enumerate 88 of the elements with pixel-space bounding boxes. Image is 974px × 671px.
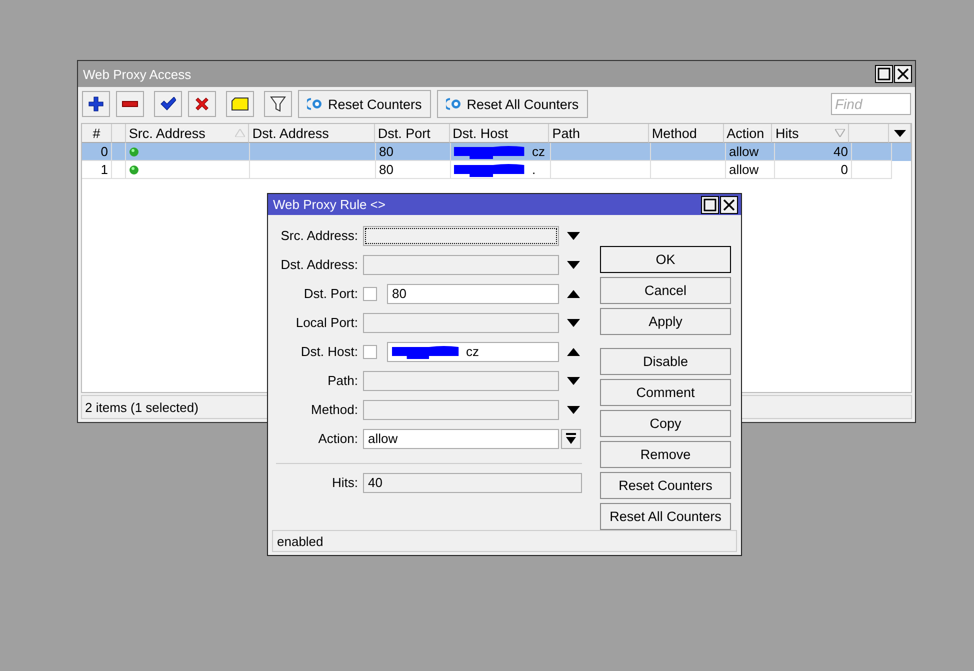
- table-cell: allow: [726, 161, 775, 179]
- status-bar: enabled: [272, 530, 737, 552]
- column-header[interactable]: #: [82, 124, 112, 143]
- maximize-icon[interactable]: [701, 196, 719, 214]
- dialog-button[interactable]: Cancel: [600, 277, 731, 304]
- select-field[interactable]: allow: [363, 428, 559, 449]
- table-cell: 0: [82, 143, 112, 161]
- dropdown-arrow-icon[interactable]: [567, 406, 580, 414]
- field-label: Path:: [326, 373, 359, 388]
- field-label: Dst. Address:: [280, 257, 359, 272]
- close-icon[interactable]: [720, 196, 738, 214]
- column-header[interactable]: Dst. Port: [374, 124, 450, 143]
- counter-reset-icon: [446, 98, 462, 110]
- expand-arrow-icon[interactable]: [567, 348, 580, 356]
- table-cell: cz: [532, 144, 545, 159]
- disable-button[interactable]: [188, 91, 216, 117]
- dialog-button[interactable]: Remove: [600, 441, 731, 468]
- field-label: Dst. Host:: [300, 344, 359, 360]
- dropdown-arrow-icon: [894, 130, 906, 136]
- filter-icon: [270, 96, 286, 112]
- dialog-button[interactable]: Comment: [600, 379, 731, 406]
- reset-counters-button[interactable]: Reset All Counters: [436, 90, 588, 118]
- input-field[interactable]: [363, 400, 559, 420]
- input-field[interactable]: [363, 254, 559, 275]
- counter-reset-icon: [307, 98, 323, 110]
- column-header: [849, 124, 890, 143]
- field-label: Method:: [310, 402, 359, 418]
- window-title: Web Proxy Access: [83, 66, 192, 82]
- reset-counters-button[interactable]: Reset Counters: [298, 90, 431, 118]
- column-header[interactable]: Action: [724, 124, 772, 143]
- cross-icon: [195, 97, 209, 111]
- table-cell: 1: [82, 161, 112, 179]
- table-cell: allow: [726, 143, 775, 161]
- dropdown-arrow-icon[interactable]: [567, 260, 580, 269]
- filter-button[interactable]: [264, 91, 292, 117]
- table-cell: 40: [775, 143, 852, 161]
- input-field: 40: [363, 472, 582, 493]
- expand-arrow-icon[interactable]: [567, 290, 580, 298]
- search-field[interactable]: Find: [831, 93, 911, 115]
- column-header[interactable]: Hits: [772, 124, 850, 143]
- remove-button[interactable]: [116, 91, 144, 117]
- input-field[interactable]: cz: [387, 342, 559, 362]
- dialog-button[interactable]: Copy: [600, 410, 731, 438]
- sort-descending-icon: [835, 129, 846, 137]
- dialog-button[interactable]: OK: [600, 246, 731, 274]
- dropdown-arrow-icon[interactable]: [567, 318, 580, 327]
- input-field[interactable]: [363, 312, 559, 333]
- table-cell: 80: [376, 143, 451, 161]
- dropdown-arrow-icon[interactable]: [567, 232, 580, 240]
- dialog-title: Web Proxy Rule <>: [273, 197, 386, 212]
- dialog-button[interactable]: Reset All Counters: [600, 503, 731, 530]
- table-row[interactable]: 0 80 cz allow 40: [82, 143, 911, 161]
- table-cell: .: [532, 162, 536, 177]
- input-field[interactable]: 80: [387, 284, 559, 304]
- enable-button[interactable]: [154, 91, 182, 117]
- maximize-icon[interactable]: [875, 65, 893, 83]
- comment-button[interactable]: [226, 91, 254, 117]
- plus-icon: [88, 96, 104, 112]
- dropdown-arrow-icon[interactable]: [567, 376, 580, 385]
- dialog-button[interactable]: Disable: [600, 348, 731, 376]
- input-field[interactable]: [363, 370, 559, 391]
- field-label: Dst. Port:: [302, 286, 359, 302]
- checkmark-icon: [160, 97, 176, 111]
- dropdown-button[interactable]: [561, 428, 581, 449]
- dialog-button[interactable]: Reset Counters: [600, 472, 731, 500]
- table-cell: 0: [775, 161, 852, 179]
- dropdown-arrow-icon: [566, 433, 576, 444]
- column-header[interactable]: Src. Address: [126, 124, 250, 143]
- column-header[interactable]: Method: [648, 124, 724, 143]
- input-field[interactable]: [363, 226, 559, 246]
- column-header[interactable]: Path: [549, 124, 649, 143]
- column-menu-button[interactable]: [889, 124, 911, 143]
- column-header[interactable]: Dst. Address: [249, 124, 375, 143]
- table-row[interactable]: 1 80 . allow 0: [82, 161, 911, 179]
- add-button[interactable]: [82, 91, 110, 117]
- checkbox[interactable]: [363, 286, 377, 301]
- checkbox[interactable]: [363, 344, 377, 359]
- note-icon: [231, 97, 249, 111]
- minus-icon: [122, 101, 138, 107]
- column-header[interactable]: Dst. Host: [450, 124, 550, 143]
- field-label: Src. Address:: [280, 228, 359, 244]
- field-label: Action:: [317, 431, 359, 446]
- table-cell: 80: [376, 161, 451, 179]
- sort-ascending-icon: [235, 129, 246, 137]
- field-label: Local Port:: [294, 315, 359, 330]
- dialog-button[interactable]: Apply: [600, 308, 731, 336]
- close-icon[interactable]: [894, 65, 912, 83]
- field-label: Hits:: [331, 475, 359, 490]
